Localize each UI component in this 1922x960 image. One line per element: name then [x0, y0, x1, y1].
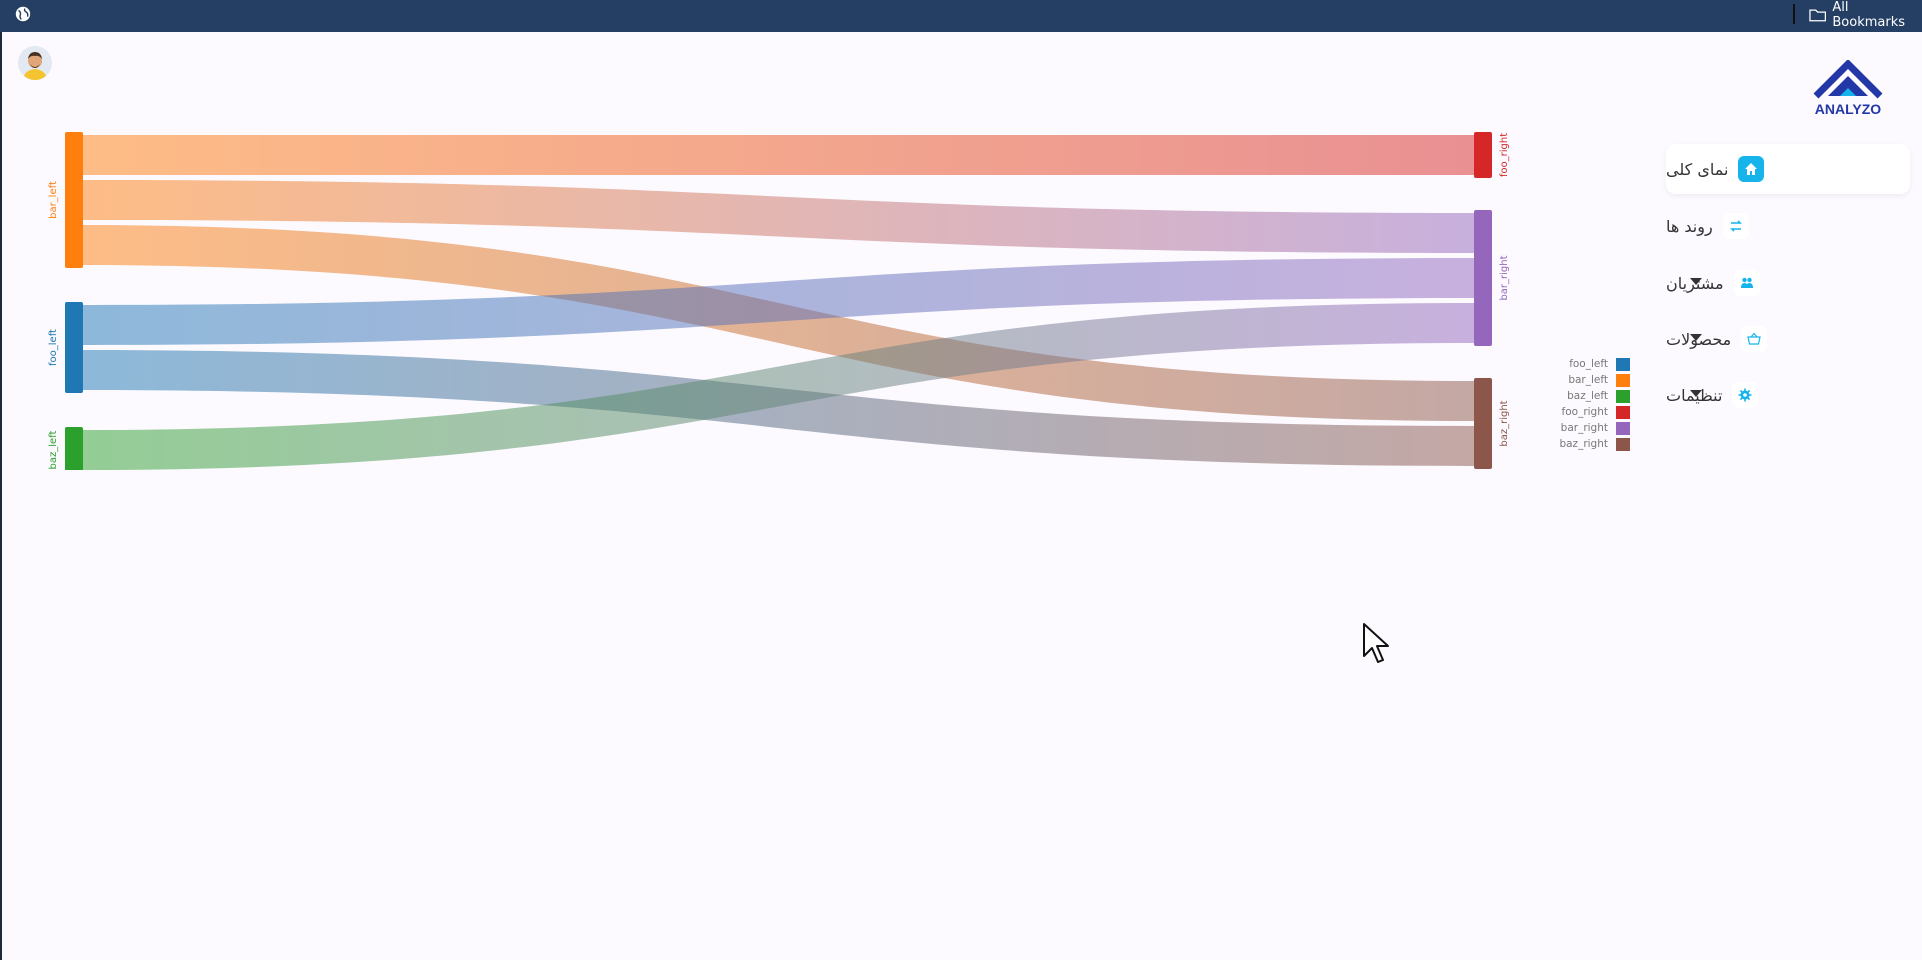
legend-label: baz_left: [1567, 390, 1608, 402]
globe-icon[interactable]: [14, 5, 32, 23]
legend-swatch: [1616, 373, 1630, 387]
sidebar-item-products[interactable]: محصولات: [1666, 314, 1910, 364]
all-bookmarks-button[interactable]: All Bookmarks: [1809, 0, 1922, 30]
legend-item[interactable]: baz_left: [1540, 388, 1630, 404]
legend-swatch: [1616, 389, 1630, 403]
sankey-node-bar_right: [1474, 210, 1492, 346]
sankey-node-label: bar_left: [48, 181, 59, 219]
sankey-node-label: foo_right: [1499, 133, 1510, 177]
legend-item[interactable]: foo_left: [1540, 356, 1630, 372]
user-avatar-icon: [18, 46, 52, 80]
legend-item[interactable]: foo_right: [1540, 404, 1630, 420]
folder-icon: [1809, 9, 1827, 22]
legend-item[interactable]: bar_left: [1540, 372, 1630, 388]
legend-swatch: [1616, 437, 1630, 451]
sankey-node-bar_left: [65, 132, 83, 268]
sidebar-item-customers[interactable]: مشتریان: [1666, 258, 1910, 308]
basket-icon: [1741, 326, 1768, 352]
gear-icon: [1732, 382, 1759, 408]
chevron-down-icon[interactable]: [1690, 334, 1702, 341]
legend-swatch: [1616, 405, 1630, 419]
trend-icon: [1722, 213, 1749, 239]
users-icon: [1733, 270, 1760, 296]
sankey-link-bar_left-foo_right: [83, 135, 1474, 175]
sankey-node-foo_right: [1474, 132, 1492, 178]
legend-label: bar_right: [1560, 422, 1608, 434]
sankey-node-baz_right: [1474, 378, 1492, 469]
sankey-node-label: bar_right: [1499, 255, 1510, 300]
legend-label: foo_left: [1569, 358, 1608, 370]
browser-bookmarks-bar: All Bookmarks: [0, 0, 1922, 32]
home-icon: [1738, 156, 1765, 182]
legend-item[interactable]: baz_right: [1540, 436, 1630, 452]
sankey-node-label: baz_right: [1499, 400, 1510, 446]
legend-swatch: [1616, 357, 1630, 371]
avatar[interactable]: [18, 46, 52, 80]
legend-swatch: [1616, 421, 1630, 435]
mouse-cursor-icon: [1363, 623, 1389, 663]
legend-label: foo_right: [1561, 406, 1608, 418]
logo-text: ANALYZO: [1815, 101, 1881, 117]
sidebar-item-trends[interactable]: روند ها: [1666, 201, 1910, 251]
all-bookmarks-label: All Bookmarks: [1832, 0, 1906, 30]
legend-item[interactable]: bar_right: [1540, 420, 1630, 436]
toolbar-separator: [1793, 4, 1795, 24]
legend-label: bar_left: [1568, 374, 1608, 386]
sidebar-item-settings[interactable]: تنظیمات: [1666, 370, 1910, 420]
chevron-down-icon[interactable]: [1690, 278, 1702, 285]
sankey-node-label: foo_left: [48, 329, 59, 366]
analyzo-logo: ANALYZO: [1813, 60, 1883, 117]
sidebar-item-overview[interactable]: نمای کلی: [1666, 144, 1910, 194]
sankey-node-baz_left: [65, 427, 83, 470]
chevron-down-icon[interactable]: [1690, 390, 1702, 397]
sankey-chart: bar_left foo_left baz_left foo_right bar_rig…: [48, 132, 1510, 470]
sankey-node-foo_left: [65, 302, 83, 393]
sankey-node-label: baz_left: [48, 430, 59, 469]
chart-legend: foo_left bar_left baz_left foo_right bar_rig…: [1540, 356, 1630, 452]
sidebar-item-label: روند ها: [1666, 216, 1713, 236]
sidebar-item-label: نمای کلی: [1666, 159, 1729, 179]
legend-label: baz_right: [1559, 438, 1608, 450]
